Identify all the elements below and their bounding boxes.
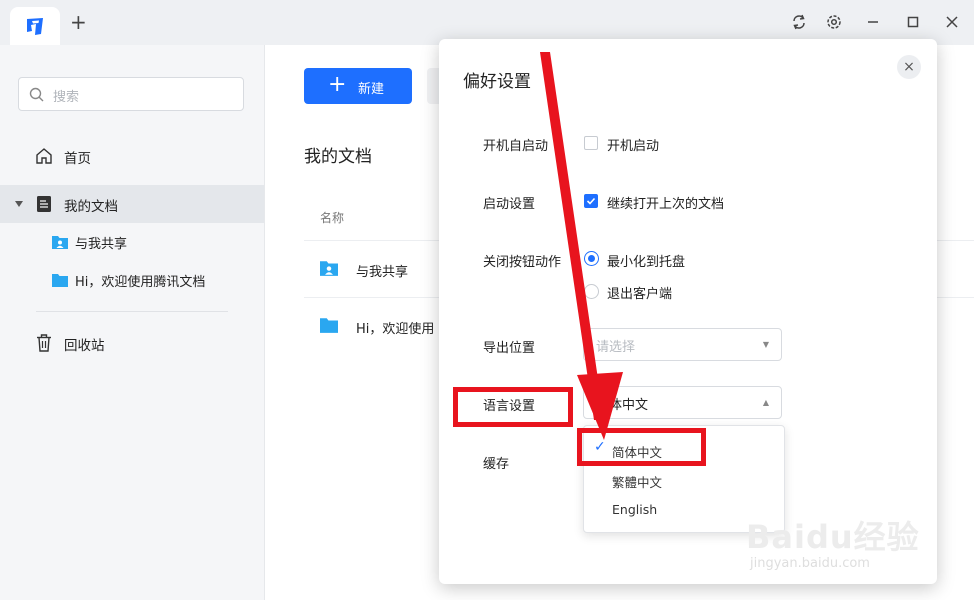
column-header-name[interactable]: 名称	[320, 209, 344, 226]
folder-icon	[320, 318, 338, 333]
dialog-title: 偏好设置	[463, 72, 531, 92]
check-icon	[586, 197, 596, 205]
plus-icon: +	[328, 72, 347, 97]
home-icon	[36, 148, 52, 164]
sidebar-item-label: 首页	[64, 151, 91, 167]
sidebar: 搜索 首页 我的文档 与我共享 Hi，欢迎使用腾讯文档 回收站	[0, 45, 265, 600]
startup-label: 开机自启动	[483, 139, 549, 154]
close-icon[interactable]	[943, 13, 961, 31]
sidebar-item-welcome-folder[interactable]: Hi，欢迎使用腾讯文档	[0, 261, 264, 299]
search-input[interactable]: 搜索	[18, 77, 244, 111]
sidebar-item-home[interactable]: 首页	[0, 137, 264, 175]
language-value: 简体中文	[596, 398, 649, 413]
tab-home[interactable]	[10, 7, 60, 45]
sidebar-item-label: 我的文档	[64, 199, 118, 215]
caret-up-icon: ▲	[762, 398, 769, 407]
maximize-icon[interactable]	[904, 13, 922, 31]
startup-option-label[interactable]: 开机启动	[607, 135, 659, 154]
new-button-label: 新建	[358, 82, 385, 97]
baidu-watermark: Baidu经验 jingyan.baidu.com	[746, 512, 920, 571]
shared-folder-icon	[52, 236, 68, 249]
export-placeholder: 请选择	[596, 340, 636, 355]
new-button[interactable]: + 新建	[304, 68, 412, 104]
sidebar-divider	[36, 311, 228, 312]
radio-minimize-label[interactable]: 最小化到托盘	[607, 251, 685, 270]
search-icon	[29, 87, 44, 102]
sidebar-item-trash[interactable]: 回收站	[0, 324, 264, 362]
sidebar-item-my-docs[interactable]: 我的文档	[0, 185, 264, 223]
radio-exit[interactable]	[584, 284, 599, 299]
radio-minimize[interactable]	[584, 251, 599, 266]
language-select[interactable]: 简体中文 ▲	[583, 386, 782, 419]
row-name: 与我共享	[356, 265, 409, 280]
language-option-traditional[interactable]: 繁體中文	[612, 472, 662, 491]
tencent-docs-logo-icon	[27, 18, 43, 35]
folder-icon	[52, 274, 68, 287]
watermark-text: Baidu经验	[746, 518, 920, 556]
sidebar-item-shared[interactable]: 与我共享	[0, 223, 264, 261]
shared-folder-icon	[320, 261, 338, 276]
sidebar-item-label: 回收站	[64, 338, 105, 354]
document-icon	[37, 196, 51, 212]
launch-label: 启动设置	[483, 197, 536, 212]
sidebar-item-label: 与我共享	[75, 237, 128, 252]
cache-label: 缓存	[483, 457, 510, 472]
watermark-url: jingyan.baidu.com	[750, 556, 870, 571]
caret-down-icon[interactable]	[14, 200, 24, 208]
close-action-label: 关闭按钮动作	[483, 255, 562, 270]
launch-checkbox[interactable]	[584, 194, 598, 208]
language-option-english[interactable]: English	[612, 502, 657, 517]
trash-icon	[37, 334, 51, 352]
row-name: Hi，欢迎使用	[356, 322, 435, 337]
minimize-icon[interactable]	[864, 13, 882, 31]
export-location-select[interactable]: 请选择 ▼	[583, 328, 782, 361]
radio-exit-label[interactable]: 退出客户端	[607, 283, 672, 302]
sidebar-item-label: Hi，欢迎使用腾讯文档	[75, 275, 206, 290]
export-label: 导出位置	[483, 341, 536, 356]
new-tab-button[interactable]: +	[70, 12, 87, 32]
refresh-icon[interactable]	[790, 13, 808, 31]
highlight-language-label	[453, 387, 573, 427]
caret-down-icon: ▼	[762, 340, 769, 349]
settings-icon[interactable]	[825, 13, 843, 31]
highlight-simplified-option	[577, 428, 706, 466]
launch-option-label[interactable]: 继续打开上次的文档	[607, 193, 724, 212]
dialog-close-button[interactable]: ×	[897, 55, 921, 79]
page-title: 我的文档	[304, 147, 372, 167]
startup-checkbox[interactable]	[584, 136, 598, 150]
search-placeholder: 搜索	[53, 90, 80, 105]
